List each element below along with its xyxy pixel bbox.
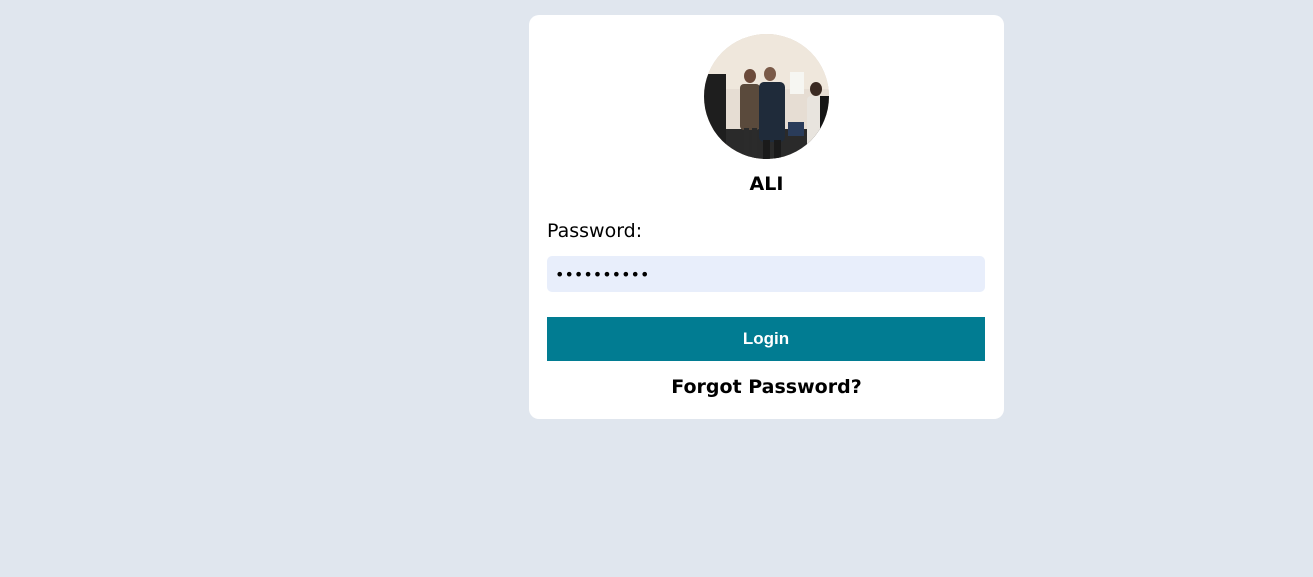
avatar-photo [704, 34, 829, 159]
username: ALI [749, 173, 784, 195]
avatar [704, 34, 829, 159]
forgot-password-link[interactable]: Forgot Password? [529, 376, 1004, 398]
password-field[interactable]: •••••••••• [547, 256, 985, 292]
login-card: ALI Password: •••••••••• Login Forgot Pa… [529, 15, 1004, 419]
login-button[interactable]: Login [547, 317, 985, 361]
password-value: •••••••••• [555, 264, 650, 284]
password-label: Password: [547, 220, 643, 242]
